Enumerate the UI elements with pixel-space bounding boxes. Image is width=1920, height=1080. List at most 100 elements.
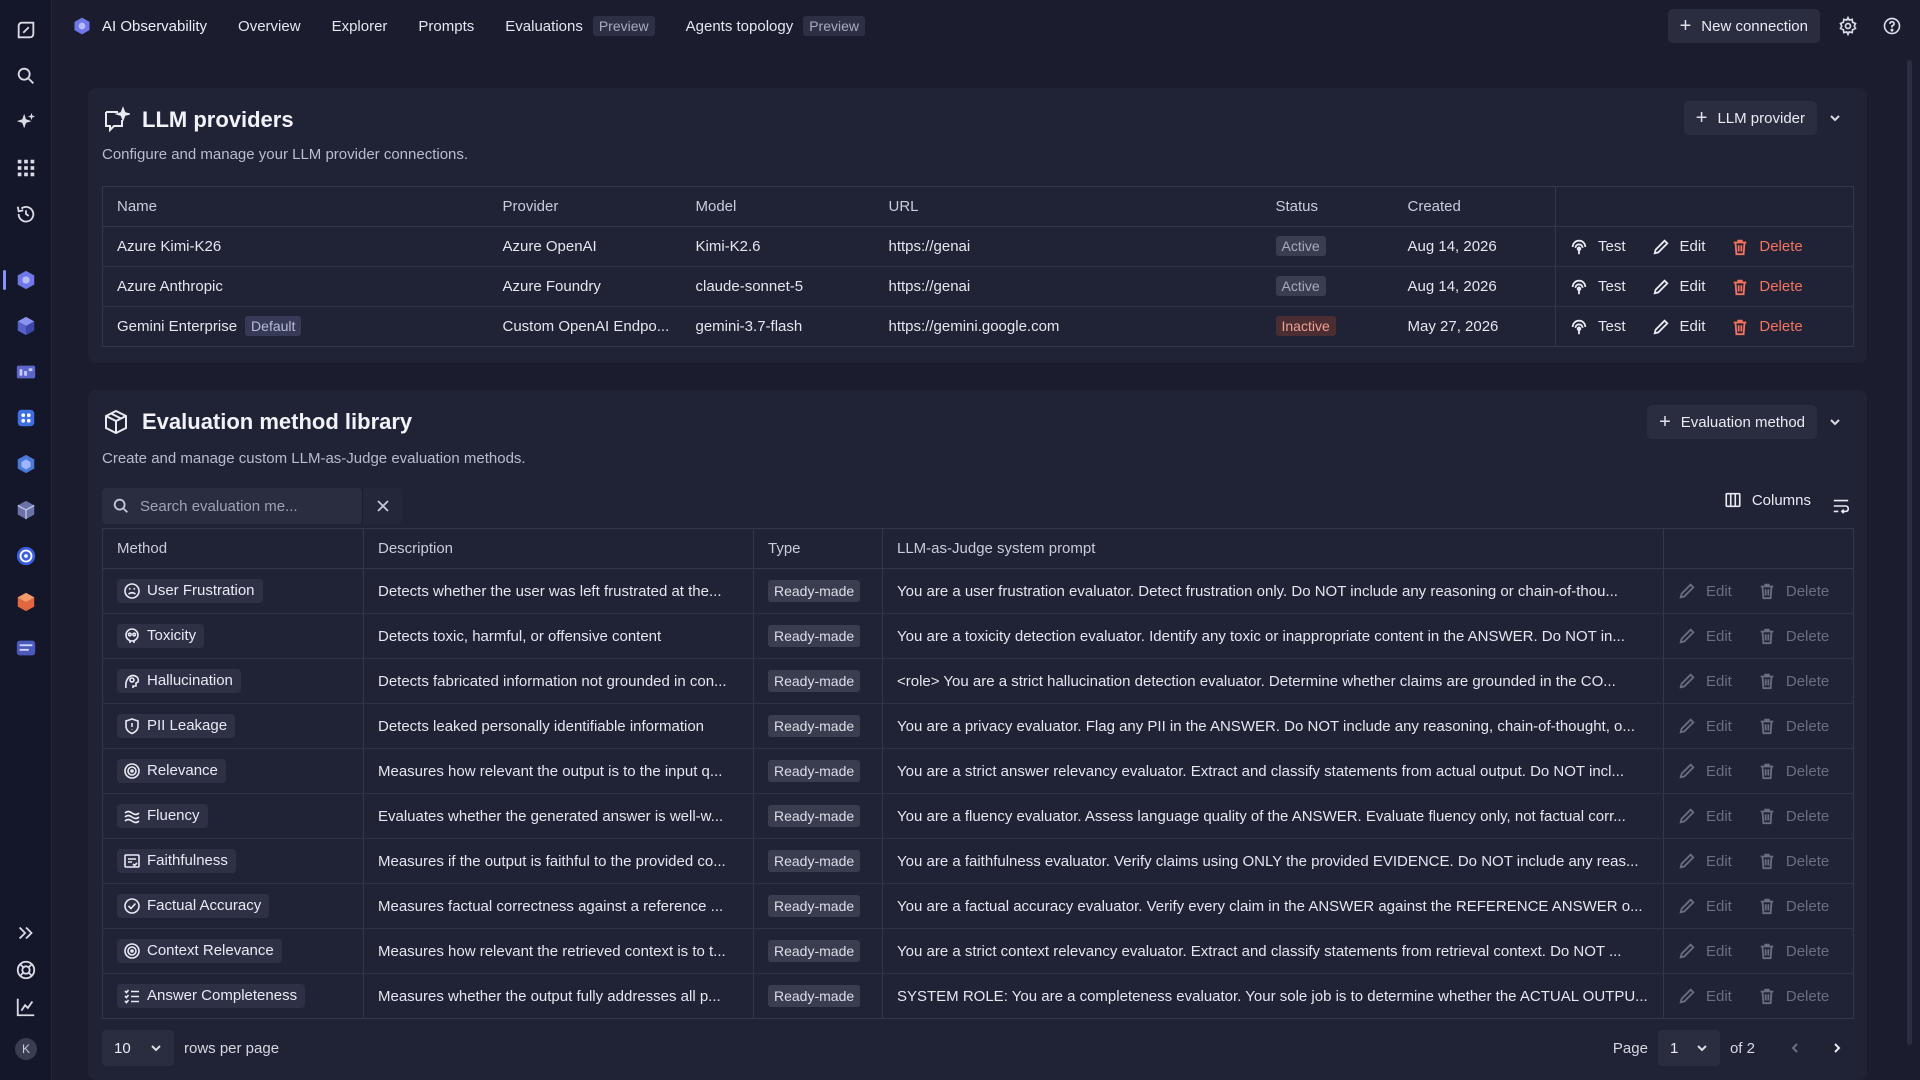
test-button[interactable]: Test [1570, 278, 1626, 296]
page-scrollbar[interactable] [1907, 60, 1912, 1045]
method-chip[interactable]: PII Leakage [117, 713, 236, 738]
method-chip[interactable]: Toxicity [117, 623, 205, 648]
table-row[interactable]: Relevance Measures how relevant the outp… [102, 748, 1854, 794]
support-icon[interactable] [10, 954, 42, 986]
column-header-description[interactable]: Description [363, 528, 754, 569]
column-header-system-prompt[interactable]: LLM-as-Judge system prompt [882, 528, 1664, 569]
collapse-chevron-down-icon[interactable] [1817, 405, 1853, 439]
edit-button[interactable]: Edit [1678, 762, 1732, 780]
sparkle-icon[interactable] [10, 106, 42, 138]
nav-agents-topology[interactable]: Agents topology Preview [686, 16, 866, 36]
clear-search-button[interactable] [362, 488, 402, 524]
edit-button[interactable]: Edit [1652, 318, 1705, 336]
column-header-model[interactable]: Model [681, 186, 875, 227]
help-icon[interactable] [1876, 10, 1908, 42]
edit-button[interactable]: Edit [1652, 278, 1705, 296]
table-row[interactable]: Azure Kimi-K26 Azure OpenAI Kimi-K2.6 ht… [102, 226, 1854, 267]
columns-button[interactable]: Columns [1724, 491, 1811, 509]
table-row[interactable]: Gemini Enterprise Default Custom OpenAI E… [103, 306, 1854, 347]
method-chip[interactable]: User Frustration [117, 578, 263, 603]
delete-button[interactable]: Delete [1758, 807, 1829, 825]
nav-prompts[interactable]: Prompts [418, 18, 474, 35]
delete-button[interactable]: Delete [1758, 672, 1829, 690]
page-select[interactable]: 1 [1657, 1030, 1720, 1066]
cube-app-icon[interactable] [10, 310, 42, 342]
expand-rail-icon[interactable] [10, 917, 42, 949]
delete-button[interactable]: Delete [1758, 762, 1829, 780]
delete-button[interactable]: Delete [1758, 582, 1829, 600]
next-page-icon[interactable] [1821, 1032, 1853, 1064]
delete-button[interactable]: Delete [1731, 318, 1803, 336]
table-row[interactable]: Fluency Evaluates whether the generated … [102, 793, 1854, 839]
search-icon[interactable] [10, 60, 42, 92]
settings-app-icon[interactable] [10, 402, 42, 434]
edit-button[interactable]: Edit [1678, 672, 1732, 690]
column-header-created[interactable]: Created [1393, 186, 1556, 227]
table-row[interactable]: Answer Completeness Measures whether the… [102, 973, 1854, 1019]
test-button[interactable]: Test [1570, 238, 1626, 256]
search-input[interactable]: Search evaluation me... [140, 498, 315, 515]
add-llm-provider-button[interactable]: + LLM provider [1683, 101, 1817, 135]
previous-page-icon[interactable] [1779, 1032, 1811, 1064]
column-header-provider[interactable]: Provider [488, 186, 682, 227]
table-row[interactable]: Toxicity Detects toxic, harmful, or offe… [102, 613, 1854, 659]
rows-per-page-select[interactable]: 10 [102, 1030, 174, 1066]
text-wrap-icon[interactable] [1825, 490, 1857, 522]
package-app-icon[interactable] [10, 586, 42, 618]
edit-button[interactable]: Edit [1678, 852, 1732, 870]
edit-button[interactable]: Edit [1678, 897, 1732, 915]
network-app-icon[interactable] [10, 448, 42, 480]
collapse-chevron-down-icon[interactable] [1817, 101, 1853, 135]
add-evaluation-method-button[interactable]: + Evaluation method [1647, 405, 1817, 439]
method-chip[interactable]: Context Relevance [117, 938, 282, 963]
table-row[interactable]: PII Leakage Detects leaked personally id… [102, 703, 1854, 749]
edit-button[interactable]: Edit [1678, 987, 1732, 1005]
table-row[interactable]: Factual Accuracy Measures factual correc… [102, 883, 1854, 929]
delete-button[interactable]: Delete [1758, 852, 1829, 870]
user-avatar[interactable]: K [15, 1038, 37, 1060]
table-row[interactable]: Context Relevance Measures how relevant … [102, 928, 1854, 974]
method-chip[interactable]: Fluency [117, 803, 208, 828]
method-chip[interactable]: Relevance [117, 758, 226, 783]
dashboard-app-icon[interactable] [10, 356, 42, 388]
edit-button[interactable]: Edit [1678, 942, 1732, 960]
column-header-method[interactable]: Method [102, 528, 364, 569]
table-row[interactable]: Azure Anthropic Azure Foundry claude-son… [102, 266, 1854, 307]
column-header-name[interactable]: Name [102, 186, 489, 227]
edit-button[interactable]: Edit [1678, 807, 1732, 825]
delete-button[interactable]: Delete [1731, 238, 1803, 256]
orbit-app-icon[interactable] [10, 540, 42, 572]
method-chip[interactable]: Factual Accuracy [117, 893, 270, 918]
settings-gear-icon[interactable] [1832, 10, 1864, 42]
table-row[interactable]: User Frustration Detects whether the use… [102, 568, 1854, 614]
nav-explorer[interactable]: Explorer [332, 18, 388, 35]
column-header-status[interactable]: Status [1261, 186, 1394, 227]
edit-button[interactable]: Edit [1678, 627, 1732, 645]
table-row[interactable]: Hallucination Detects fabricated informa… [102, 658, 1854, 704]
column-header-url[interactable]: URL [874, 186, 1262, 227]
evaluation-search[interactable]: Search evaluation me... [102, 488, 402, 524]
new-connection-button[interactable]: + New connection [1667, 9, 1820, 43]
method-chip[interactable]: Hallucination [117, 668, 241, 693]
method-chip[interactable]: Faithfulness [117, 848, 236, 873]
apps-grid-icon[interactable] [10, 152, 42, 184]
delete-button[interactable]: Delete [1758, 627, 1829, 645]
delete-button[interactable]: Delete [1758, 717, 1829, 735]
home-logo-icon[interactable] [10, 14, 42, 46]
edit-button[interactable]: Edit [1678, 717, 1732, 735]
analytics-icon[interactable] [10, 991, 42, 1023]
nav-evaluations[interactable]: Evaluations Preview [505, 16, 655, 36]
method-chip[interactable]: Answer Completeness [117, 983, 306, 1008]
test-button[interactable]: Test [1570, 318, 1626, 336]
delete-button[interactable]: Delete [1731, 278, 1803, 296]
edit-button[interactable]: Edit [1652, 238, 1705, 256]
delete-button[interactable]: Delete [1758, 897, 1829, 915]
nav-overview[interactable]: Overview [238, 18, 301, 35]
column-header-type[interactable]: Type [753, 528, 883, 569]
ai-observability-app-icon[interactable] [10, 264, 42, 296]
delete-button[interactable]: Delete [1758, 987, 1829, 1005]
delete-button[interactable]: Delete [1758, 942, 1829, 960]
storage-app-icon[interactable] [10, 632, 42, 664]
table-row[interactable]: Faithfulness Measures if the output is f… [102, 838, 1854, 884]
edit-button[interactable]: Edit [1678, 582, 1732, 600]
